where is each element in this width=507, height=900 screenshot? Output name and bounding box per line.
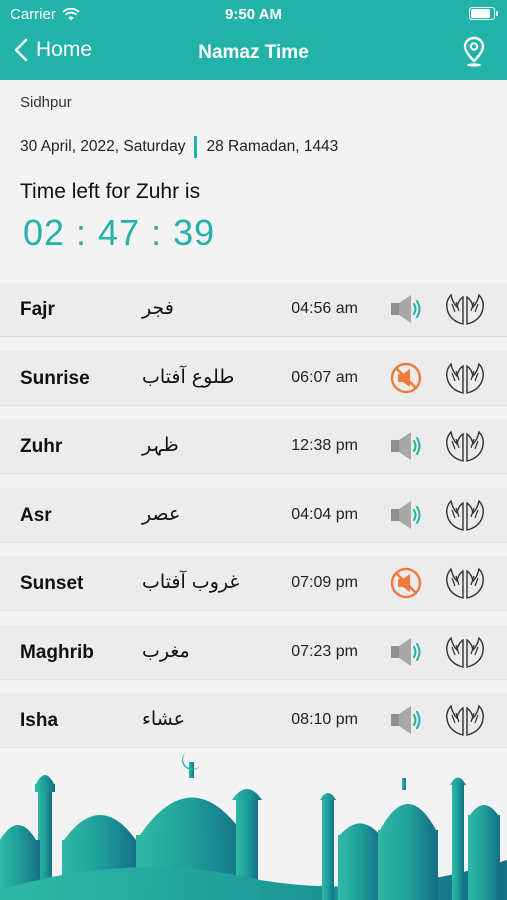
dua-hands-icon[interactable]	[444, 703, 486, 737]
prayer-time: 12:38 pm	[291, 437, 358, 454]
prayer-time: 04:56 am	[291, 300, 358, 317]
dua-hands-icon[interactable]	[444, 292, 486, 326]
prayer-row-sunrise: Sunrise طلوع آفتاب 06:07 am	[0, 350, 507, 406]
prayer-time: 06:07 am	[291, 368, 358, 386]
prayer-time: 04:04 pm	[291, 505, 358, 523]
dua-hands-icon[interactable]	[444, 566, 486, 600]
battery-level	[471, 9, 491, 18]
prayer-row-sunset: Sunset غروب آفتاب 07:09 pm	[0, 556, 507, 611]
countdown-label: Time left for Zuhr is	[20, 180, 201, 203]
page-title: Namaz Time	[198, 42, 309, 63]
prayer-time: 07:23 pm	[291, 642, 358, 660]
namaz-info: Sidhpur 30 April, 2022, Saturday 28 Rama…	[20, 94, 490, 253]
mosque-skyline-illustration	[0, 752, 507, 900]
prayer-time: 08:10 pm	[291, 711, 358, 728]
prayer-row-maghrib: Maghrib مغرب 07:23 pm	[0, 624, 507, 680]
prayer-name-arabic: عشاء	[142, 708, 186, 730]
prayer-name-arabic: ظہر	[142, 434, 179, 456]
speaker-icon[interactable]	[389, 430, 423, 462]
status-time: 9:50 AM	[225, 6, 282, 23]
prayer-name: Isha	[20, 710, 59, 731]
prayer-name: Asr	[20, 504, 52, 526]
speaker-icon[interactable]	[389, 499, 423, 531]
speaker-icon[interactable]	[389, 704, 423, 736]
date-line: 30 April, 2022, Saturday 28 Ramadan, 144…	[20, 136, 338, 158]
prayer-name-arabic: فجر	[142, 297, 174, 319]
prayer-row-zuhr: Zuhr ظہر 12:38 pm	[0, 419, 507, 474]
dua-hands-icon[interactable]	[444, 429, 486, 463]
prayer-row-asr: Asr عصر 04:04 pm	[0, 487, 507, 543]
status-bar: Carrier 9:50 AM	[0, 0, 507, 28]
prayer-time: 07:09 pm	[291, 574, 358, 591]
location-button[interactable]	[463, 36, 485, 73]
prayer-name-arabic: مغرب	[142, 639, 190, 662]
dua-hands-icon[interactable]	[444, 498, 486, 532]
sound-muted-icon[interactable]	[389, 362, 423, 394]
prayer-name: Sunset	[20, 573, 84, 594]
sound-muted-icon[interactable]	[389, 567, 423, 599]
prayer-name-arabic: عصر	[142, 502, 181, 525]
prayer-name-arabic: طلوع آفتاب	[142, 365, 235, 388]
prayer-name: Sunrise	[20, 367, 90, 389]
app-header: Carrier 9:50 AM Home Namaz Time	[0, 0, 507, 80]
prayer-name: Maghrib	[20, 641, 94, 663]
prayer-name-arabic: غروب آفتاب	[142, 571, 240, 593]
speaker-icon[interactable]	[389, 293, 423, 325]
hijri-date: 28 Ramadan, 1443	[206, 138, 339, 155]
map-pin-icon	[463, 36, 485, 67]
city-name: Sidhpur	[20, 94, 72, 111]
speaker-icon[interactable]	[389, 636, 423, 668]
dua-hands-icon[interactable]	[444, 361, 486, 395]
prayer-name: Zuhr	[20, 436, 63, 457]
dua-hands-icon[interactable]	[444, 635, 486, 669]
gregorian-date: 30 April, 2022, Saturday	[20, 138, 186, 155]
prayer-name: Fajr	[20, 299, 55, 320]
date-separator	[194, 136, 198, 158]
countdown-timer: 02 : 47 : 39	[23, 212, 216, 253]
prayer-row-fajr: Fajr فجر 04:56 am	[0, 282, 507, 337]
battery-icon	[469, 7, 498, 20]
